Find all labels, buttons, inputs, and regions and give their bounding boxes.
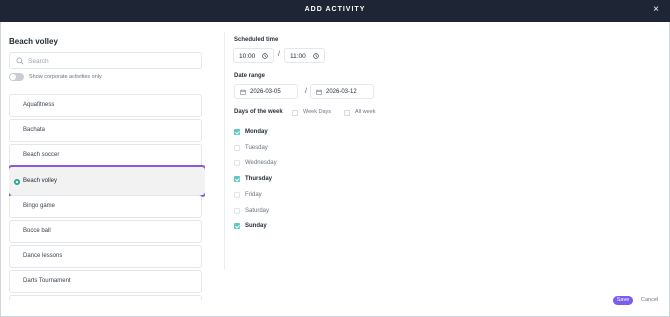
selected-radio-icon <box>14 179 20 185</box>
modal-header: ADD ACTIVITY × <box>0 0 670 22</box>
end-time-field[interactable]: 11:00 <box>284 48 325 63</box>
day-label: Friday <box>245 192 262 198</box>
list-item-bingo-game[interactable]: Bingo game <box>9 195 202 218</box>
scheduled-time-label: Scheduled time <box>234 37 279 43</box>
all-week-checkbox[interactable] <box>344 110 350 116</box>
end-time-value: 11:00 <box>290 53 306 60</box>
save-button[interactable]: Save <box>613 296 633 305</box>
list-item-label: Beach soccer <box>23 152 60 158</box>
list-item-bachata[interactable]: Bachata <box>9 119 202 142</box>
list-item-label: Darts Tournament <box>23 278 71 284</box>
day-label: Sunday <box>245 223 267 229</box>
search-input[interactable] <box>28 55 198 67</box>
list-item-label: Aquafitness <box>23 102 55 108</box>
time-separator: / <box>278 51 280 58</box>
list-item-label: Bocce ball <box>23 228 51 234</box>
list-item-darts-tournament[interactable]: Darts Tournament <box>9 270 202 293</box>
calendar-icon <box>316 89 322 95</box>
saturday-checkbox[interactable] <box>234 208 240 214</box>
list-item-next[interactable] <box>9 295 202 300</box>
wednesday-checkbox[interactable] <box>234 160 240 166</box>
monday-checkbox[interactable] <box>234 129 240 135</box>
all-week-label[interactable]: All week <box>355 109 375 115</box>
calendar-icon <box>240 89 246 95</box>
selected-activity-title: Beach volley <box>9 37 58 46</box>
day-row-monday[interactable]: Monday <box>233 128 333 137</box>
day-row-saturday[interactable]: Saturday <box>233 207 333 216</box>
day-label: Saturday <box>245 208 270 214</box>
start-date-field[interactable]: 2026-03-05 <box>234 84 298 99</box>
list-item-beach-volley[interactable]: Beach volley <box>9 165 205 197</box>
list-item-label: Bingo game <box>23 203 56 209</box>
modal-title: ADD ACTIVITY <box>304 6 366 13</box>
activity-list: Aquafitness Bachata Beach soccer Beach v… <box>9 94 205 300</box>
corporate-toggle-label: Show corporate activities only <box>29 74 102 80</box>
day-label: Wednesday <box>245 160 277 166</box>
activity-panel: Beach volley Show corporate activities o… <box>8 22 206 302</box>
start-time-value: 10:00 <box>239 53 256 60</box>
week-days-label[interactable]: Week Days <box>303 109 331 115</box>
end-date-value: 2026-03-12 <box>326 89 357 95</box>
friday-checkbox[interactable] <box>234 192 240 198</box>
corporate-toggle[interactable] <box>9 73 24 81</box>
list-item-label: Bachata <box>23 127 46 133</box>
panel-divider <box>224 32 225 270</box>
start-time-field[interactable]: 10:00 <box>233 48 274 63</box>
close-icon[interactable]: × <box>650 4 662 16</box>
day-label: Tuesday <box>245 145 268 151</box>
toggle-knob <box>10 74 16 80</box>
day-label: Monday <box>245 129 268 135</box>
list-item-bocce-ball[interactable]: Bocce ball <box>9 220 202 243</box>
corporate-toggle-row: Show corporate activities only <box>9 73 199 83</box>
day-row-sunday[interactable]: Sunday <box>233 222 333 231</box>
day-row-tuesday[interactable]: Tuesday <box>233 144 333 153</box>
list-item-label: Dance lessons <box>23 253 63 259</box>
clock-icon <box>262 53 268 59</box>
week-days-checkbox[interactable] <box>292 110 298 116</box>
search-icon <box>16 57 24 65</box>
cancel-button[interactable]: Cancel <box>641 297 658 303</box>
list-item-dance-lessons[interactable]: Dance lessons <box>9 245 202 268</box>
list-item-aquafitness[interactable]: Aquafitness <box>9 94 202 117</box>
search-box[interactable] <box>9 52 202 69</box>
list-item-label: Beach volley <box>23 178 58 184</box>
thursday-checkbox[interactable] <box>234 176 240 182</box>
end-date-field[interactable]: 2026-03-12 <box>310 84 374 99</box>
day-row-thursday[interactable]: Thursday <box>233 175 333 184</box>
date-separator: / <box>305 88 307 95</box>
tuesday-checkbox[interactable] <box>234 145 240 151</box>
start-date-value: 2026-03-05 <box>250 89 281 95</box>
list-item-beach-soccer[interactable]: Beach soccer <box>9 144 202 167</box>
date-range-label: Date range <box>234 73 266 79</box>
sunday-checkbox[interactable] <box>234 223 240 229</box>
days-of-week-label: Days of the week <box>234 109 283 115</box>
day-row-friday[interactable]: Friday <box>233 191 333 200</box>
day-row-wednesday[interactable]: Wednesday <box>233 159 333 168</box>
clock-icon <box>313 53 319 59</box>
day-label: Thursday <box>245 176 273 182</box>
